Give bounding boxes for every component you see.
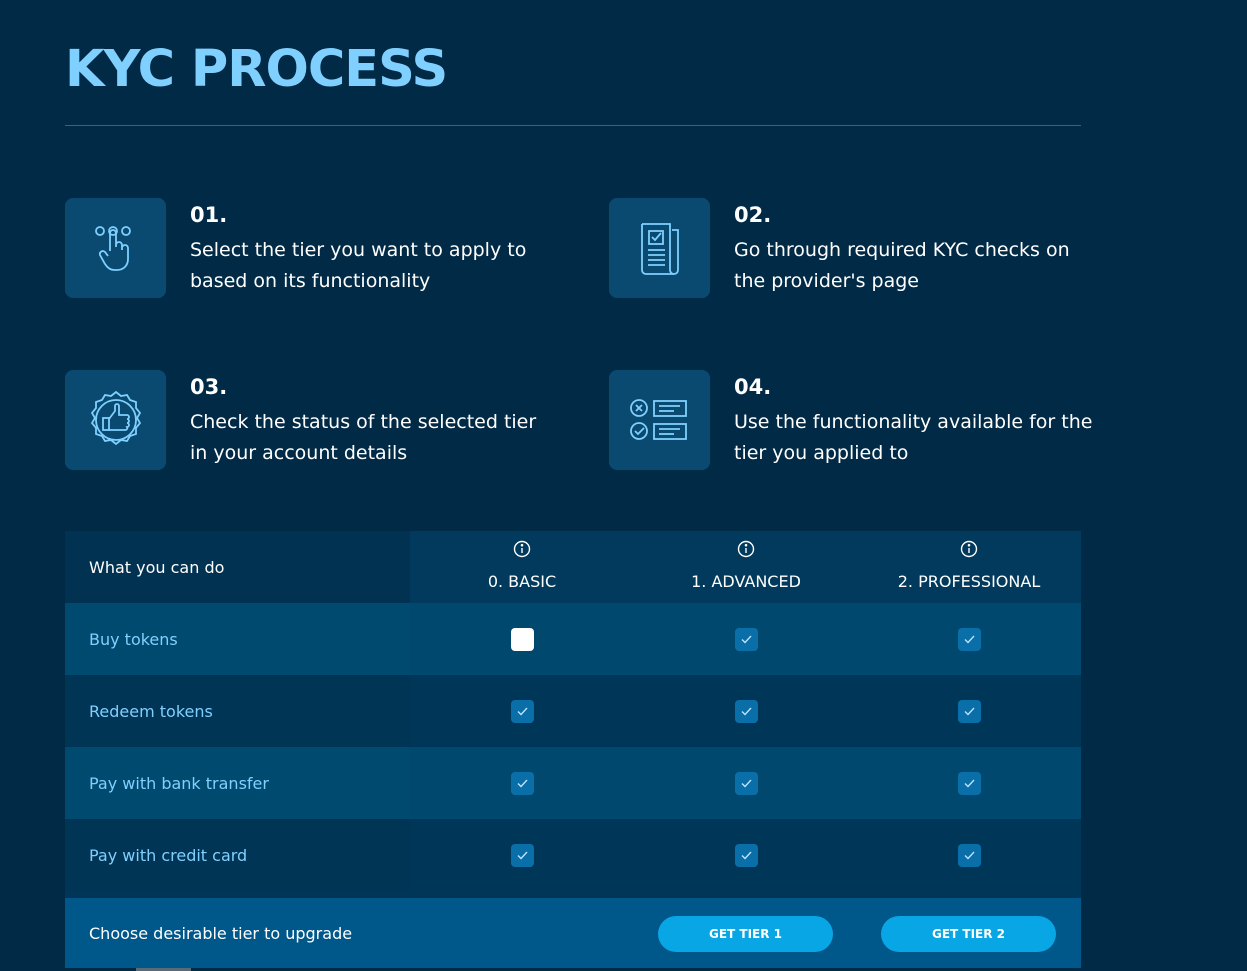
check-icon [735, 628, 758, 651]
check-icon [511, 844, 534, 867]
table-row: Buy tokens [65, 603, 1081, 675]
step-1: 01. Select the tier you want to apply to… [65, 198, 545, 298]
step-description: Select the tier you want to apply to bas… [190, 239, 527, 292]
check-icon [511, 700, 534, 723]
step-number: 01. [190, 203, 228, 227]
step-number: 03. [190, 375, 228, 399]
check-icon [958, 772, 981, 795]
step-3: 03. Check the status of the selected tie… [65, 370, 545, 470]
info-icon[interactable] [960, 540, 978, 562]
empty-checkbox [511, 628, 534, 651]
table-footer: Choose desirable tier to upgrade GET TIE… [65, 898, 1081, 968]
tier-name: 0. BASIC [487, 572, 557, 591]
info-icon[interactable] [737, 540, 755, 562]
tier-name: 1. ADVANCED [691, 572, 801, 591]
hand-select-icon [65, 198, 166, 298]
kyc-page: KYC PROCESS 01. Select the tier you want… [0, 0, 1247, 971]
table-row: Redeem tokens [65, 675, 1081, 747]
tier-column-professional: 2. PROFESSIONAL [857, 531, 1081, 603]
upgrade-prompt: Choose desirable tier to upgrade [89, 923, 353, 943]
feature-label: Redeem tokens [65, 675, 410, 747]
get-tier-1-button[interactable]: GET TIER 1 [658, 916, 833, 952]
check-icon [735, 700, 758, 723]
header-label: What you can do [65, 531, 410, 603]
tier-column-basic: 0. BASIC [410, 531, 634, 603]
feature-label: Pay with credit card [65, 819, 410, 891]
check-icon [958, 628, 981, 651]
document-check-icon [609, 198, 710, 298]
thumbs-up-badge-icon [65, 370, 166, 470]
table-spacer [65, 891, 1081, 898]
table-header: What you can do 0. BASIC 1. ADVANCED 2. … [65, 531, 1081, 603]
check-icon [958, 844, 981, 867]
table-body: Buy tokens Redeem tokens Pay with bank tra… [65, 603, 1081, 891]
step-description: Go through required KYC checks on the pr… [734, 239, 1070, 292]
tier-name: 2. PROFESSIONAL [897, 572, 1041, 591]
step-number: 02. [734, 203, 772, 227]
tier-comparison-table: What you can do 0. BASIC 1. ADVANCED 2. … [65, 531, 1081, 968]
check-icon [735, 772, 758, 795]
step-4: 04. Use the functionality available for … [609, 370, 1092, 470]
checklist-icon [609, 370, 710, 470]
feature-label: Buy tokens [65, 603, 410, 675]
check-icon [511, 772, 534, 795]
step-description: Use the functionality available for the … [734, 411, 1093, 464]
check-icon [735, 844, 758, 867]
step-number: 04. [734, 375, 772, 399]
step-2: 02. Go through required KYC checks on th… [609, 198, 1089, 298]
feature-label: Pay with bank transfer [65, 747, 410, 819]
table-row: Pay with bank transfer [65, 747, 1081, 819]
table-row: Pay with credit card [65, 819, 1081, 891]
check-icon [958, 700, 981, 723]
info-icon[interactable] [513, 540, 531, 562]
tier-column-advanced: 1. ADVANCED [634, 531, 858, 603]
step-description: Check the status of the selected tier in… [190, 411, 537, 464]
page-title: KYC PROCESS [65, 40, 448, 99]
get-tier-2-button[interactable]: GET TIER 2 [881, 916, 1056, 952]
title-divider [65, 125, 1081, 126]
